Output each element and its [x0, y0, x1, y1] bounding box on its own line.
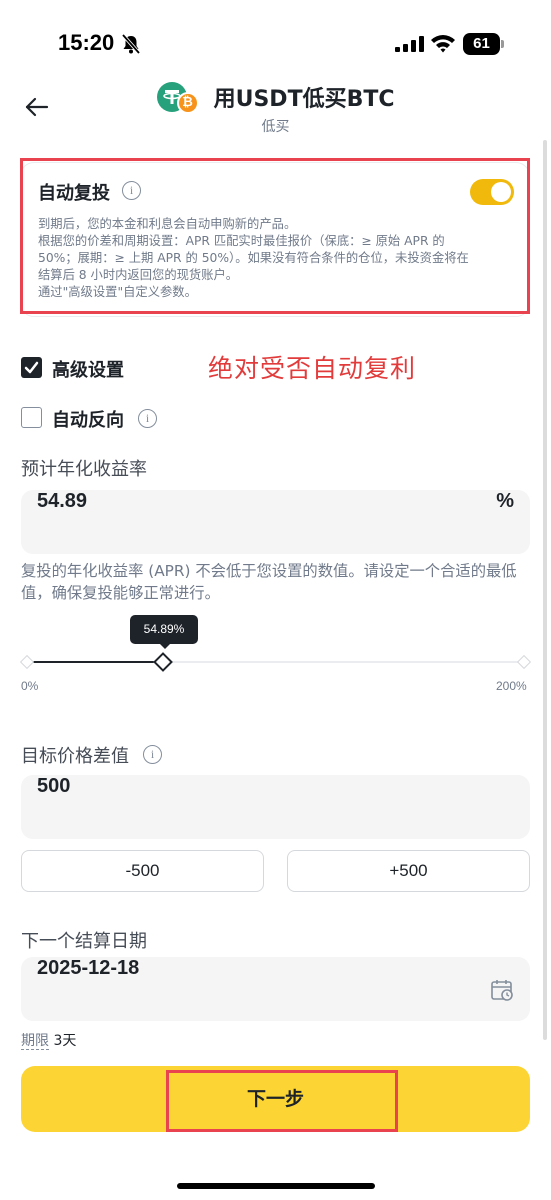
term-row: 期限 3天	[21, 1030, 76, 1050]
calendar-icon[interactable]	[490, 978, 514, 1002]
slider-max-label: 200%	[496, 679, 527, 693]
annotation-text: 绝对受否自动复利	[208, 354, 417, 383]
header-title-row: ₿ 用USDT低买BTC	[0, 80, 551, 114]
highlight-box	[20, 158, 530, 314]
advanced-settings-label[interactable]: 高级设置	[52, 356, 124, 382]
settlement-date-input[interactable]: 2025-12-18	[21, 957, 530, 1021]
checkmark-icon	[24, 361, 39, 374]
auto-reverse-checkbox[interactable]	[21, 407, 42, 428]
highlight-box	[166, 1070, 398, 1132]
page-title: 用USDT低买BTC	[213, 87, 395, 112]
apr-input[interactable]: 54.89 %	[21, 490, 530, 554]
tooltip-tail	[159, 643, 171, 649]
settlement-date-value: 2025-12-18	[37, 957, 140, 979]
page-subtitle: 低买	[261, 119, 290, 135]
term-label[interactable]: 期限	[21, 1033, 49, 1050]
term-value: 3天	[53, 1033, 77, 1049]
apr-hint: 复投的年化收益率 (APR) 不会低于您设置的数值。请设定一个合适的最低值，确保…	[21, 562, 517, 602]
price-diff-label: 目标价格差值	[21, 746, 129, 767]
apr-label: 预计年化收益率	[21, 459, 147, 480]
coin-pair-icon: ₿	[156, 80, 201, 114]
signal-icon	[395, 36, 424, 52]
wifi-icon	[431, 35, 455, 53]
home-indicator[interactable]	[177, 1183, 375, 1189]
status-bar: 15:20 61	[0, 0, 551, 90]
slider-min-marker	[19, 654, 35, 670]
price-diff-info-icon[interactable]: i	[143, 745, 162, 764]
apr-slider-thumb[interactable]	[153, 652, 173, 672]
apr-value: 54.89	[37, 490, 88, 512]
battery-tip	[501, 40, 504, 48]
slider-tooltip: 54.89%	[130, 615, 198, 644]
slider-max-marker	[516, 654, 532, 670]
auto-reverse-info-icon[interactable]: i	[138, 409, 157, 428]
battery-level: 61	[463, 33, 500, 55]
price-diff-value: 500	[37, 775, 71, 797]
apr-unit: %	[496, 490, 514, 512]
battery-icon: 61	[463, 33, 505, 55]
apr-slider-fill	[28, 661, 159, 663]
settlement-date-label: 下一个结算日期	[21, 931, 147, 952]
price-diff-input[interactable]: 500	[21, 775, 530, 839]
auto-reverse-label[interactable]: 自动反向	[52, 406, 124, 432]
decrease-button[interactable]: -500	[21, 850, 264, 892]
slider-min-label: 0%	[21, 679, 39, 693]
btc-coin-icon: ₿	[176, 92, 199, 114]
scroll-indicator[interactable]	[543, 140, 547, 1040]
bell-off-icon	[121, 33, 141, 55]
increase-button[interactable]: +500	[287, 850, 530, 892]
status-time: 15:20	[58, 30, 115, 55]
advanced-settings-checkbox[interactable]	[21, 357, 42, 378]
